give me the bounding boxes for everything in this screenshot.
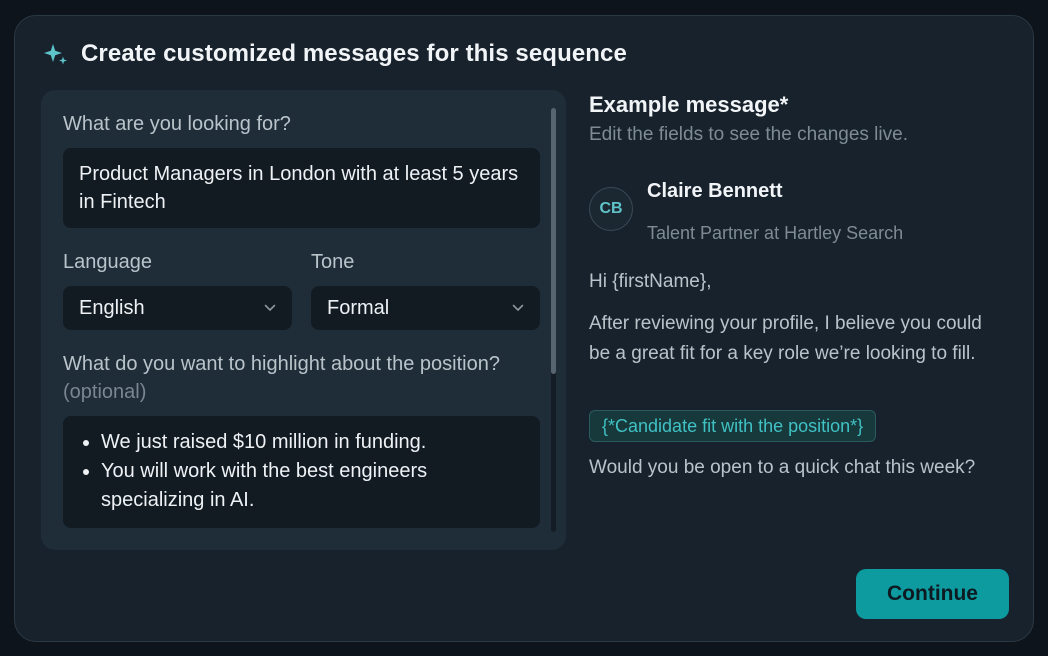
highlight-label-text: What do you want to highlight about the … xyxy=(63,353,500,375)
language-label: Language xyxy=(63,251,152,273)
language-select[interactable]: English xyxy=(63,286,292,330)
optional-tag: (optional) xyxy=(63,381,147,403)
example-message-title: Example message* xyxy=(589,92,789,117)
sparkle-icon xyxy=(44,44,67,65)
tone-label: Tone xyxy=(311,251,355,273)
avatar: CB xyxy=(589,187,633,231)
highlight-label: What do you want to highlight about the … xyxy=(63,350,503,406)
chevron-down-icon xyxy=(512,304,524,311)
modal-title: Create customized messages for this sequ… xyxy=(81,40,627,67)
message-greeting: Hi {firstName}, xyxy=(589,271,712,292)
looking-for-input[interactable]: Product Managers in London with at least… xyxy=(63,148,540,228)
sequence-message-modal: Create customized messages for this sequ… xyxy=(14,15,1034,642)
message-body: After reviewing your profile, I believe … xyxy=(589,313,982,364)
continue-button[interactable]: Continue xyxy=(856,569,1009,619)
highlight-input[interactable]: We just raised $10 million in funding. Y… xyxy=(63,416,540,528)
language-select-value: English xyxy=(79,296,145,319)
example-message-panel: Example message* Edit the fields to see … xyxy=(589,90,1009,478)
tone-select[interactable]: Formal xyxy=(311,286,540,330)
highlight-item: We just raised $10 million in funding. xyxy=(79,428,524,457)
sender-role: Talent Partner at Hartley Search xyxy=(647,223,904,243)
looking-for-label: What are you looking for? xyxy=(63,113,291,135)
variable-chip: {*Candidate fit with the position*} xyxy=(589,410,877,442)
highlight-item: You will work with the best engineers sp… xyxy=(79,457,524,515)
form-panel: What are you looking for? Product Manage… xyxy=(41,90,566,550)
scrollbar-thumb[interactable] xyxy=(551,108,556,374)
message-closing: Would you be open to a quick chat this w… xyxy=(589,457,976,478)
example-message-subtitle: Edit the fields to see the changes live. xyxy=(589,124,908,145)
modal-header: Create customized messages for this sequ… xyxy=(43,40,627,68)
chevron-down-icon xyxy=(264,304,276,311)
highlight-list: We just raised $10 million in funding. Y… xyxy=(79,428,524,515)
form-scrollbar[interactable] xyxy=(551,108,556,532)
sender-name: Claire Bennett xyxy=(647,180,783,202)
tone-select-value: Formal xyxy=(327,296,390,319)
